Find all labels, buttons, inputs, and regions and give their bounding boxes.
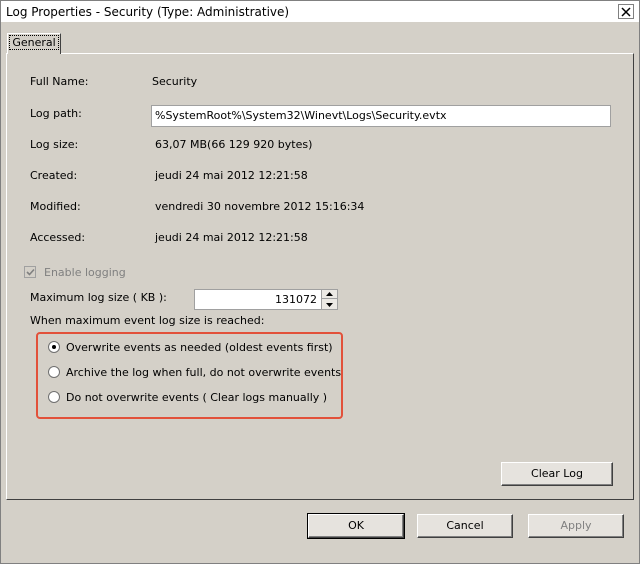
enable-logging-label: Enable logging	[44, 266, 126, 279]
enable-logging-checkbox[interactable]	[24, 266, 36, 278]
tab-general-label: General	[9, 35, 59, 50]
log-size-value: 63,07 MB(66 129 920 bytes)	[155, 138, 313, 151]
accessed-value: jeudi 24 mai 2012 12:21:58	[155, 231, 308, 244]
log-path-label: Log path:	[30, 107, 82, 120]
policy-heading: When maximum event log size is reached:	[30, 314, 265, 327]
created-value: jeudi 24 mai 2012 12:21:58	[155, 169, 308, 182]
full-name-label: Full Name:	[30, 75, 89, 88]
arrow-up-icon	[326, 292, 333, 296]
radio-overwrite-as-needed-label[interactable]: Overwrite events as needed (oldest event…	[66, 341, 333, 354]
created-label: Created:	[30, 169, 78, 182]
log-properties-dialog: Log Properties - Security (Type: Adminis…	[0, 0, 640, 564]
modified-value: vendredi 30 novembre 2012 15:16:34	[155, 200, 365, 213]
window-title: Log Properties - Security (Type: Adminis…	[6, 5, 290, 19]
spinner-up-button[interactable]	[322, 290, 337, 299]
log-path-field[interactable]: %SystemRoot%\System32\Winevt\Logs\Securi…	[151, 105, 611, 127]
modified-label: Modified:	[30, 200, 81, 213]
radio-overwrite-as-needed[interactable]	[48, 341, 60, 353]
radio-do-not-overwrite-label[interactable]: Do not overwrite events ( Clear logs man…	[66, 391, 327, 404]
close-icon	[621, 6, 631, 17]
max-size-value[interactable]: 131072	[275, 293, 317, 306]
clear-log-button[interactable]: Clear Log	[501, 462, 613, 486]
accessed-label: Accessed:	[30, 231, 86, 244]
max-size-spinner[interactable]: 131072	[194, 289, 338, 310]
radio-archive-when-full-label[interactable]: Archive the log when full, do not overwr…	[66, 366, 341, 379]
full-name-value: Security	[152, 75, 198, 88]
apply-button[interactable]: Apply	[528, 514, 624, 538]
radio-do-not-overwrite[interactable]	[48, 391, 60, 403]
arrow-down-icon	[326, 302, 333, 307]
close-button[interactable]	[618, 4, 634, 19]
spinner-buttons	[321, 290, 337, 309]
ok-button[interactable]: OK	[307, 513, 405, 539]
title-bar: Log Properties - Security (Type: Adminis…	[1, 1, 639, 23]
checkmark-icon	[26, 268, 35, 276]
spinner-down-button[interactable]	[322, 300, 337, 309]
cancel-button[interactable]: Cancel	[417, 514, 513, 538]
max-size-label: Maximum log size ( KB ):	[30, 291, 167, 304]
radio-archive-when-full[interactable]	[48, 366, 60, 378]
tab-general[interactable]: General	[7, 33, 61, 54]
log-size-label: Log size:	[30, 138, 79, 151]
